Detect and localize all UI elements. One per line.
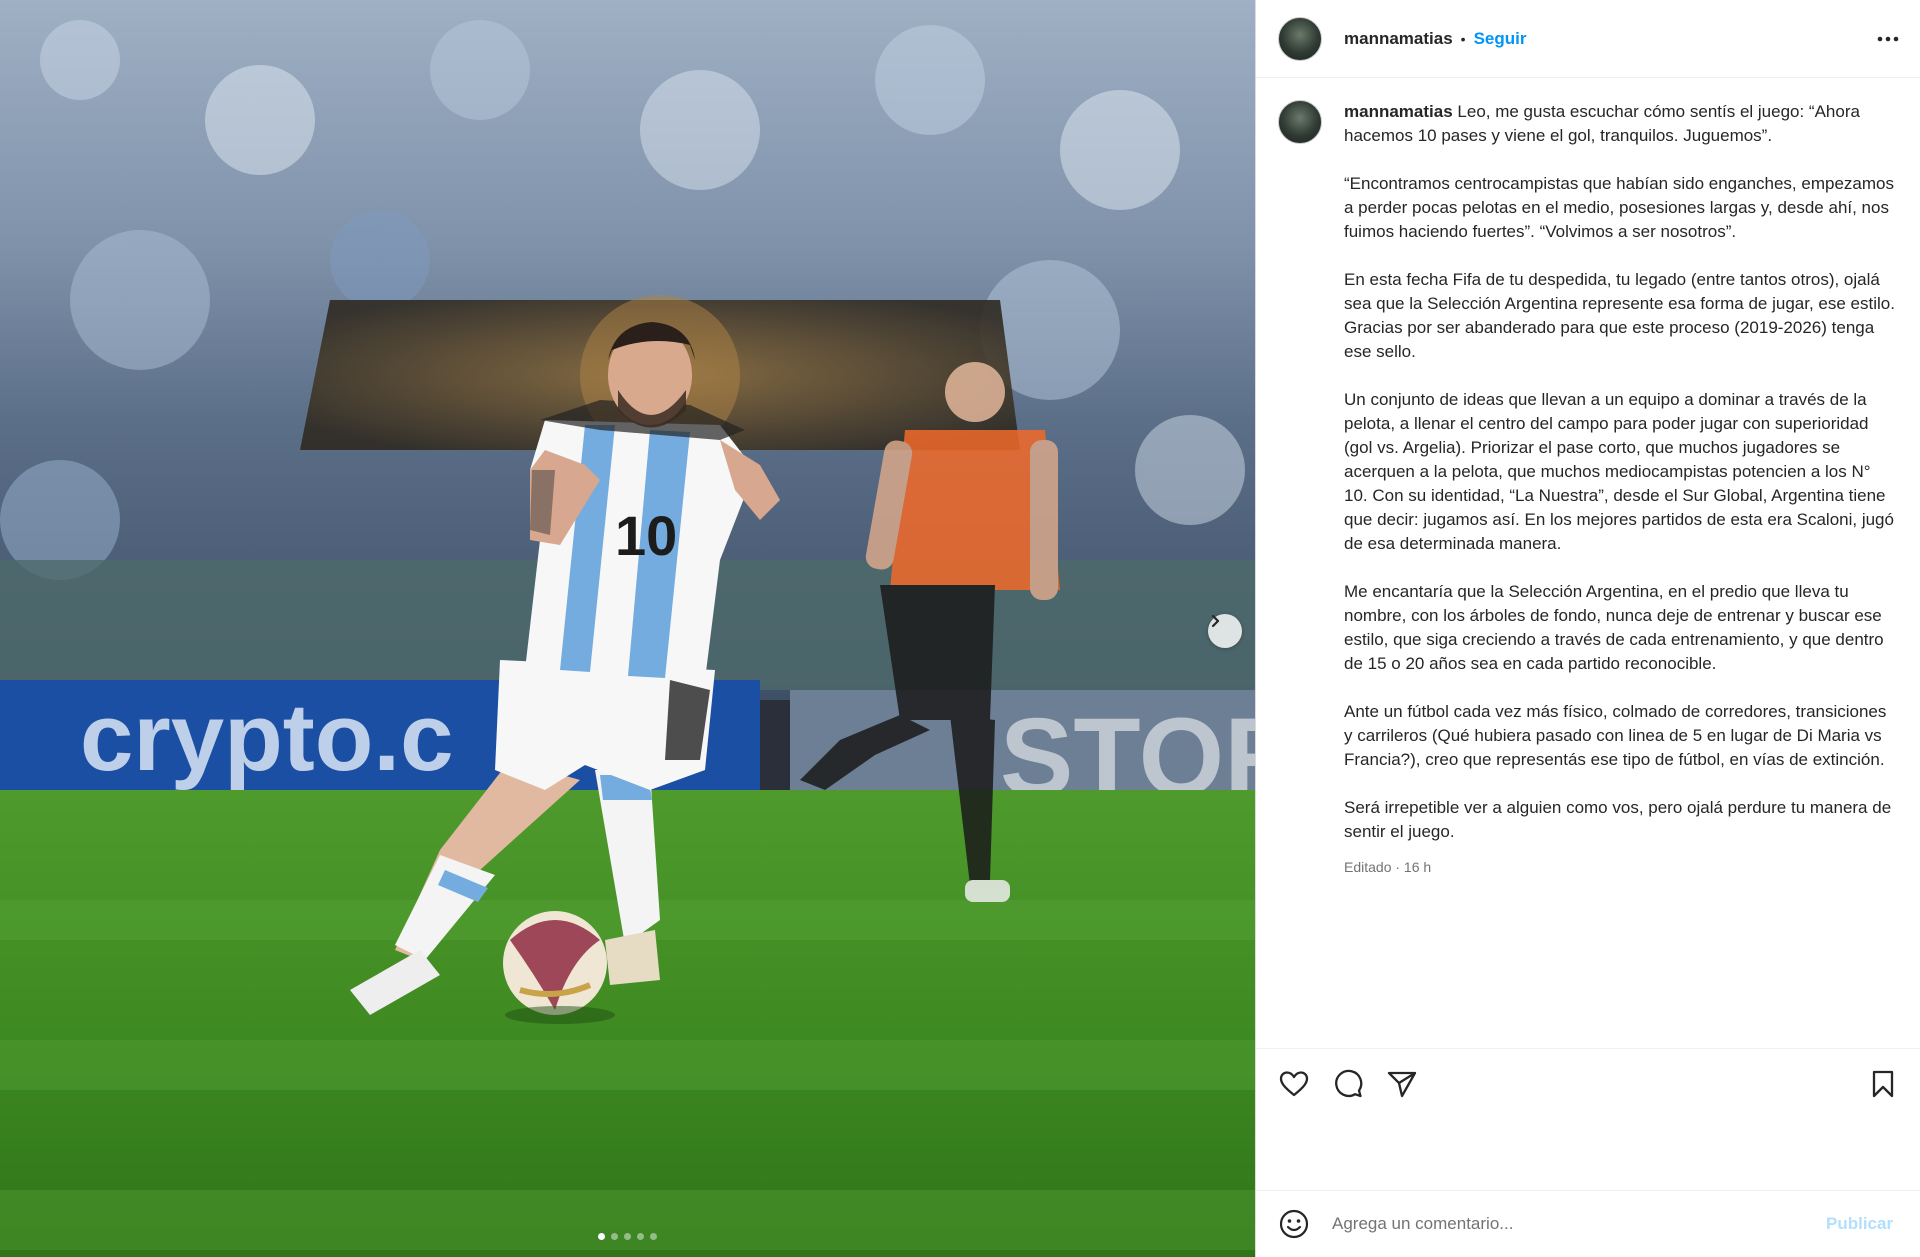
carousel-indicator: [0, 1233, 1255, 1240]
carousel-dot-1: [598, 1233, 605, 1240]
emoji-icon[interactable]: [1278, 1208, 1310, 1240]
caption-paragraph-6: Ante un fútbol cada vez más físico, colm…: [1344, 702, 1887, 769]
publish-button[interactable]: Publicar: [1826, 1214, 1893, 1234]
carousel-dot-3: [624, 1233, 631, 1240]
photo-illustration: crypto.c STORE: [0, 0, 1255, 1257]
heart-icon[interactable]: [1278, 1068, 1310, 1100]
carousel-next-button[interactable]: [1208, 614, 1242, 648]
carousel-dot-5: [650, 1233, 657, 1240]
caption-paragraph-1: mannamatias Leo, me gusta escuchar cómo …: [1344, 100, 1898, 148]
caption-paragraph-5: Me encantaría que la Selección Argentina…: [1344, 582, 1884, 673]
bookmark-icon[interactable]: [1867, 1068, 1899, 1100]
caption-avatar[interactable]: [1278, 100, 1322, 144]
more-options-icon[interactable]: [1875, 27, 1901, 51]
follow-button[interactable]: Seguir: [1474, 29, 1527, 49]
author-avatar[interactable]: [1278, 16, 1322, 61]
post-timestamp: Editado · 16 h: [1344, 859, 1432, 875]
banner-left-text: crypto.c: [80, 684, 453, 791]
comment-input[interactable]: [1330, 1213, 1804, 1235]
carousel-dot-4: [637, 1233, 644, 1240]
caption-paragraph-4: Un conjunto de ideas que llevan a un equ…: [1344, 390, 1894, 553]
carousel-dot-2: [611, 1233, 618, 1240]
caption-paragraph-2: “Encontramos centrocampistas que habían …: [1344, 174, 1894, 241]
jersey-number: 10: [615, 504, 677, 567]
comment-icon[interactable]: [1332, 1068, 1364, 1100]
chevron-right-icon: [1211, 614, 1220, 628]
action-bar: [1256, 1048, 1920, 1118]
caption-paragraph-7: Será irrepetible ver a alguien como vos,…: [1344, 798, 1892, 841]
caption-text: mannamatias Leo, me gusta escuchar cómo …: [1344, 100, 1898, 879]
caption-block: mannamatias Leo, me gusta escuchar cómo …: [1278, 100, 1898, 879]
author-username[interactable]: mannamatias: [1344, 29, 1453, 49]
comment-bar: Publicar: [1256, 1190, 1920, 1257]
post-panel: mannamatias • Seguir mannamatias Leo, me…: [1255, 0, 1920, 1257]
share-icon[interactable]: [1386, 1068, 1418, 1100]
header-separator: •: [1460, 30, 1466, 47]
caption-username[interactable]: mannamatias: [1344, 102, 1453, 121]
caption-paragraph-3: En esta fecha Fifa de tu despedida, tu l…: [1344, 270, 1895, 361]
post-header: mannamatias • Seguir: [1256, 0, 1920, 78]
post-image[interactable]: crypto.c STORE: [0, 0, 1255, 1257]
